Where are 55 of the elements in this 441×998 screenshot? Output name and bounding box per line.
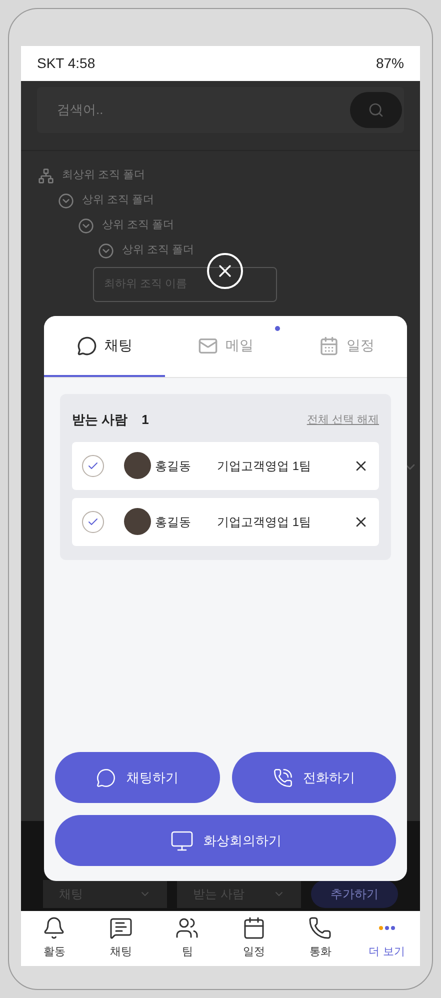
tree-item-label[interactable]: 상위 조직 폴더 (102, 217, 174, 234)
recipient-name: 홍길동 (155, 458, 192, 474)
status-time: SKT 4:58 (37, 54, 96, 73)
monitor-icon (170, 828, 194, 852)
avatar (124, 452, 151, 479)
action-button[interactable]: 화상회의하기 (55, 815, 396, 866)
action-button[interactable]: 채팅하기 (55, 752, 220, 803)
recipients-count: 1 (142, 411, 149, 429)
tab[interactable]: 메일 (165, 316, 286, 377)
tree-item-label[interactable]: 상위 조직 폴더 (122, 242, 194, 259)
search-field[interactable]: 검색어.. (37, 87, 404, 133)
recipient-row[interactable]: 홍길동 기업고객영업 1팀 (72, 498, 379, 546)
chat-bubble-icon (76, 336, 96, 356)
search-icon (368, 102, 384, 118)
nav-item[interactable]: 채팅 (88, 911, 154, 966)
action-button[interactable]: 전화하기 (232, 752, 396, 803)
org-chart-icon (38, 168, 54, 184)
recipient-row[interactable]: 홍길동 기업고객영업 1팀 (72, 442, 379, 490)
phone-icon (308, 916, 332, 940)
tab[interactable]: 채팅 (44, 316, 165, 377)
check-icon (87, 460, 99, 472)
add-button[interactable]: 추가하기 (310, 880, 398, 908)
phone-icon (272, 768, 293, 788)
more-dots-icon (378, 925, 396, 932)
battery-level: 87% (376, 54, 404, 73)
chat-icon (108, 916, 133, 940)
expand-chevron-icon[interactable] (78, 218, 94, 234)
team-icon (175, 916, 200, 940)
recipient-name: 홍길동 (155, 514, 192, 530)
recipient-team: 기업고객영업 1팀 (217, 514, 312, 530)
recipient-checkbox[interactable] (82, 454, 104, 476)
close-button[interactable] (207, 253, 243, 289)
nav-item[interactable]: 더 보기 (354, 911, 420, 966)
mail-icon (198, 336, 218, 356)
recipient-team: 기업고객영업 1팀 (217, 458, 312, 474)
expand-chevron-icon[interactable] (98, 242, 114, 258)
avatar (124, 508, 151, 535)
deselect-all-link[interactable]: 전체 선택 해제 (306, 412, 379, 428)
search-placeholder: 검색어.. (57, 101, 104, 120)
search-button[interactable] (350, 92, 402, 128)
tree-item-label[interactable]: 상위 조직 폴더 (82, 192, 154, 209)
nav-item[interactable]: 팀 (154, 911, 220, 966)
recipients-title: 받는 사람 (72, 411, 128, 429)
recipient-checkbox[interactable] (82, 510, 104, 532)
chat-bubble-icon (96, 768, 116, 788)
nav-item[interactable]: 활동 (21, 911, 88, 966)
check-icon (87, 516, 99, 528)
expand-chevron-icon[interactable] (58, 192, 74, 208)
tab[interactable]: 일정 (286, 316, 407, 377)
calendar-icon (242, 916, 266, 940)
calendar-icon (318, 336, 338, 356)
bell-icon (42, 916, 66, 940)
nav-item[interactable]: 통화 (287, 911, 354, 966)
tree-item-label[interactable]: 최상위 조직 폴더 (62, 167, 146, 184)
nav-item[interactable]: 일정 (220, 911, 287, 966)
